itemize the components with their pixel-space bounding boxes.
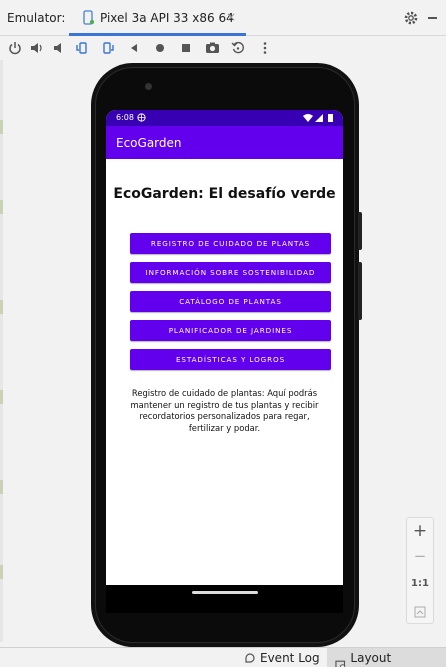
power-side-button (358, 212, 362, 250)
rotate-right-icon[interactable] (99, 39, 117, 57)
app-bar: EcoGarden (106, 126, 343, 159)
more-icon[interactable] (256, 39, 274, 57)
phone-device-icon (83, 10, 94, 25)
left-gutter (0, 60, 3, 642)
zoom-out-button[interactable]: − (407, 547, 433, 565)
close-tab-icon[interactable]: × (226, 10, 236, 24)
home-icon[interactable] (151, 39, 169, 57)
garden-planner-button[interactable]: PLANIFICADOR DE JARDINES (130, 320, 331, 341)
sustainability-info-button[interactable]: INFORMACIÓN SOBRE SOSTENIBILIDAD (130, 262, 331, 283)
zoom-in-button[interactable]: + (407, 521, 433, 541)
rotate-left-icon[interactable] (73, 39, 91, 57)
reset-icon[interactable] (229, 39, 247, 57)
gesture-handle[interactable] (192, 591, 258, 594)
status-icons (303, 114, 333, 122)
emulator-label: Emulator: (7, 11, 66, 25)
fit-screen-icon[interactable] (407, 603, 433, 622)
power-icon[interactable] (6, 39, 24, 57)
event-log-icon (245, 653, 255, 663)
status-bar: 6:08 (106, 110, 343, 126)
zoom-actual-size-button[interactable]: 1:1 (407, 578, 433, 589)
gear-icon[interactable] (403, 10, 419, 26)
description-text: Registro de cuidado de plantas: Aquí pod… (130, 388, 319, 433)
back-icon[interactable] (125, 39, 143, 57)
layout-inspector-button[interactable]: Layout Inspector (335, 651, 446, 667)
emulator-toolbar (0, 36, 446, 60)
plant-catalog-button[interactable]: CATÁLOGO DE PLANTAS (130, 291, 331, 312)
event-log-label: Event Log (260, 651, 320, 665)
event-log-button[interactable]: Event Log (244, 651, 320, 665)
device-tab-title: Pixel 3a API 33 x86 64 (100, 11, 234, 25)
device-tab[interactable]: Pixel 3a API 33 x86 64 × (69, 0, 246, 36)
signal-icon (315, 114, 323, 122)
bottom-tool-bar: Event Log Layout Inspector (0, 647, 446, 667)
app-title: EcoGarden (116, 136, 182, 150)
device-screen: 6:08 EcoGarden EcoGarden: El desafío ver… (106, 110, 343, 585)
minimize-icon[interactable] (428, 17, 437, 19)
status-time: 6:08 (116, 113, 134, 122)
overview-icon[interactable] (177, 39, 195, 57)
front-camera (145, 83, 152, 90)
page-title: EcoGarden: El desafío verde (113, 186, 336, 202)
camera-icon[interactable] (203, 39, 221, 57)
layout-inspector-icon (335, 660, 346, 667)
layout-inspector-label: Layout Inspector (350, 651, 406, 667)
vpn-icon (137, 113, 146, 122)
stats-achievements-button[interactable]: ESTADÍSTICAS Y LOGROS (130, 349, 331, 370)
volume-side-button (358, 262, 362, 320)
battery-icon (328, 114, 333, 122)
volume-down-icon[interactable] (50, 39, 68, 57)
plant-care-log-button[interactable]: REGISTRO DE CUIDADO DE PLANTAS (130, 233, 331, 254)
zoom-controls: + − 1:1 (406, 517, 434, 624)
volume-up-icon[interactable] (28, 39, 46, 57)
navigation-bar (106, 585, 343, 613)
emulator-tab-bar: Emulator: Pixel 3a API 33 x86 64 × (0, 0, 446, 36)
wifi-icon (303, 114, 313, 122)
